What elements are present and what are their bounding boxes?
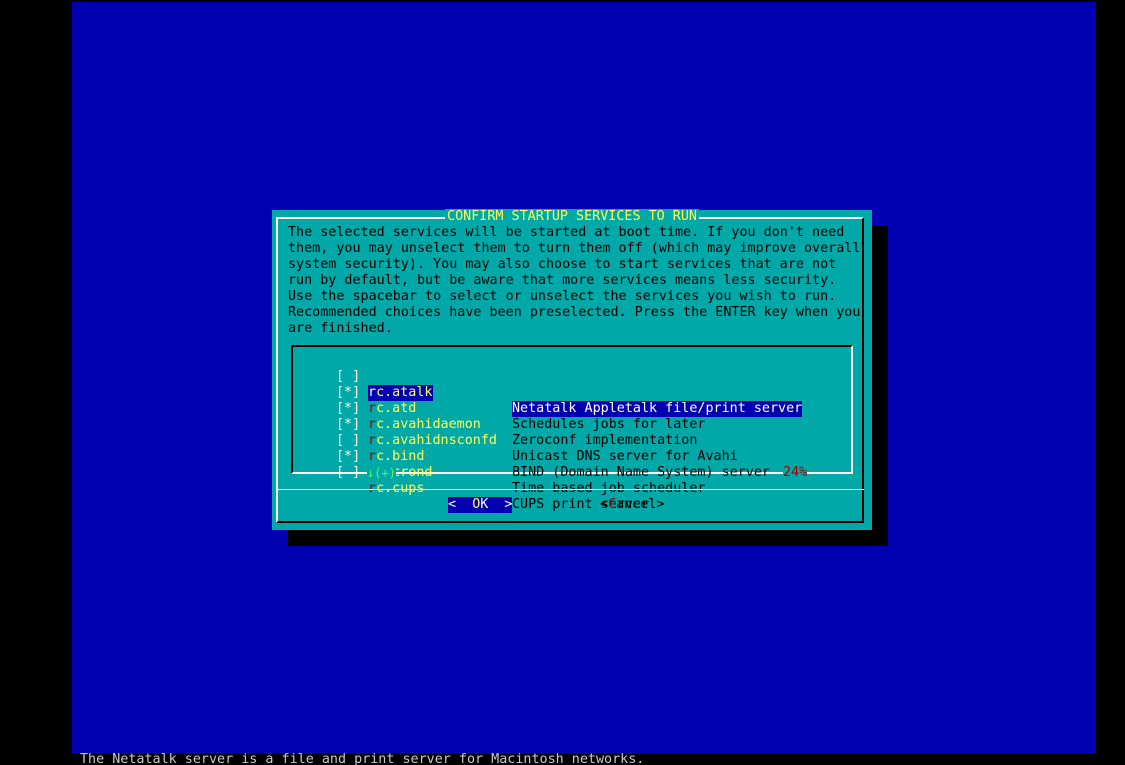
service-item-rc-atalk[interactable]: [ ] rc.atalk Netatalk Appletalk file/pri… (336, 353, 803, 417)
service-item-rc-bind[interactable]: [ ] rc.bind BIND (Domain Name System) se… (336, 417, 770, 480)
ok-label-rest: K > (480, 497, 513, 512)
button-separator (278, 489, 864, 490)
service-item-rc-avahidaemon[interactable]: [*] rc.avahidaemon Zeroconf implementati… (336, 385, 697, 448)
service-tag-name: c.avahidaemon (376, 417, 481, 432)
description-line: them, you may unselect them to turn them… (288, 241, 861, 256)
service-tag-hotkey: r (368, 401, 377, 416)
cancel-label-rest: ancel> (616, 497, 665, 512)
scroll-percent: 24% (783, 465, 808, 481)
service-description: Zeroconf implementation (512, 433, 698, 448)
service-tag-hotkey: r (368, 449, 377, 464)
dialog-title: CONFIRM STARTUP SERVICES TO RUN (272, 209, 872, 225)
service-tag-hotkey: r (368, 385, 377, 400)
service-tag-hotkey: r (368, 417, 377, 432)
service-description: Netatalk Appletalk file/print server (512, 401, 803, 417)
description-line: system security). You may also choose to… (288, 257, 837, 272)
service-description: Unicast DNS server for Avahi (512, 449, 738, 464)
status-line: The Netatalk server is a file and print … (80, 752, 645, 765)
service-tag: rc.avahidaemon (368, 417, 481, 433)
service-tag-name: c.bind (376, 449, 425, 464)
description-line: Use the spacebar to select or unselect t… (288, 289, 837, 304)
service-description: Schedules jobs for later (512, 417, 706, 432)
service-item-rc-avahidnsconfd[interactable]: [*] rc.avahidnsconfd Unicast DNS server … (336, 401, 738, 464)
service-tag-name: c.atd (376, 401, 417, 416)
cancel-left-bracket: < (600, 497, 609, 512)
cancel-hotkey: C (608, 497, 617, 512)
checkbox[interactable]: [ ] (336, 465, 360, 481)
startup-services-dialog: CONFIRM STARTUP SERVICES TO RUN The sele… (272, 209, 872, 530)
service-tag-name: c.avahidnsconfd (376, 433, 497, 448)
description-line: are finished. (288, 321, 393, 336)
cancel-button[interactable]: <Cancel> (600, 497, 665, 513)
service-tag-name: c.atalk (376, 385, 433, 400)
service-item-rc-cups[interactable]: [ ] rc.cups CUPS print server (336, 449, 649, 512)
description-line: Recommended choices have been preselecte… (288, 305, 861, 320)
service-tag: rc.avahidnsconfd (368, 433, 497, 449)
service-tag-hotkey: r (368, 433, 377, 448)
ok-button[interactable]: < OK > (448, 497, 513, 513)
scroll-down-indicator: ↓(+) (367, 465, 396, 481)
dialog-title-text: CONFIRM STARTUP SERVICES TO RUN (445, 209, 699, 224)
service-item-rc-crond[interactable]: [*] rc.crond Time based job scheduler (336, 433, 705, 496)
service-item-rc-atd[interactable]: [*] rc.atd Schedules jobs for later (336, 369, 705, 432)
service-tag: rc.bind (368, 449, 424, 465)
service-description: BIND (Domain Name System) server (512, 465, 770, 480)
dialog-description: The selected services will be started at… (288, 225, 860, 337)
description-line: The selected services will be started at… (288, 225, 845, 240)
service-tag: rc.atd (368, 401, 416, 417)
ok-left-bracket: < (448, 497, 473, 512)
description-line: run by default, but be aware that more s… (288, 273, 837, 288)
service-tag: rc.atalk (368, 385, 433, 401)
